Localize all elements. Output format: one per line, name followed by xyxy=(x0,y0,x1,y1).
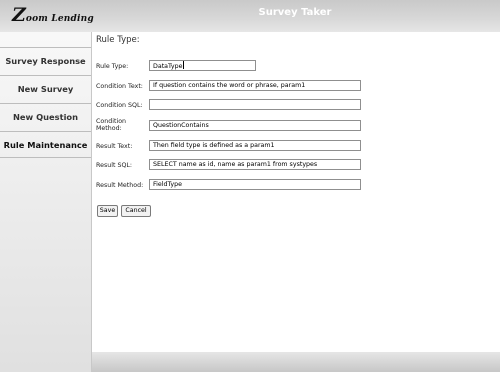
rule-type-input[interactable]: DataType xyxy=(149,60,256,71)
form-title: Rule Type: xyxy=(96,35,140,45)
sidebar-item-survey-response[interactable]: Survey Response xyxy=(0,47,91,74)
app-title: Survey Taker xyxy=(258,7,332,18)
header-bar: Zoom Lending Survey Taker xyxy=(0,0,500,32)
result-text-input[interactable]: Then field type is defined as a param1 xyxy=(149,140,361,151)
sidebar-item-rule-maintenance[interactable]: Rule Maintenance xyxy=(0,131,91,158)
logo-text: oom Lending xyxy=(25,14,94,24)
text-cursor xyxy=(182,61,184,69)
result-sql-label: Result SQL: xyxy=(96,162,133,169)
rule-form-panel: Rule Type: Rule Type: DataType Condition… xyxy=(92,32,500,352)
result-sql-input[interactable]: SELECT name as id, name as param1 from s… xyxy=(149,159,361,170)
sidebar: Survey Response New Survey New Question … xyxy=(0,32,92,372)
condition-method-label-line2: Method: xyxy=(96,125,122,132)
condition-method-input[interactable]: QuestionContains xyxy=(149,120,361,131)
save-button[interactable]: Save xyxy=(97,205,118,217)
rule-type-label: Rule Type: xyxy=(96,63,129,70)
zoom-lending-logo: Zoom Lending xyxy=(12,4,94,26)
sidebar-item-new-question[interactable]: New Question xyxy=(0,103,91,130)
sidebar-item-new-survey[interactable]: New Survey xyxy=(0,75,91,102)
condition-sql-label: Condition SQL: xyxy=(96,102,143,109)
condition-text-label: Condition Text: xyxy=(96,83,143,90)
condition-text-input[interactable]: If question contains the word or phrase,… xyxy=(149,80,361,91)
logo-initial: Z xyxy=(12,4,26,26)
cancel-button[interactable]: Cancel xyxy=(121,205,151,217)
result-method-label: Result Method: xyxy=(96,182,144,189)
condition-sql-input[interactable] xyxy=(149,99,361,110)
footer-bar xyxy=(92,352,500,372)
result-method-input[interactable]: FieldType xyxy=(149,179,361,190)
rule-type-value: DataType xyxy=(153,63,183,70)
result-text-label: Result Text: xyxy=(96,143,133,150)
